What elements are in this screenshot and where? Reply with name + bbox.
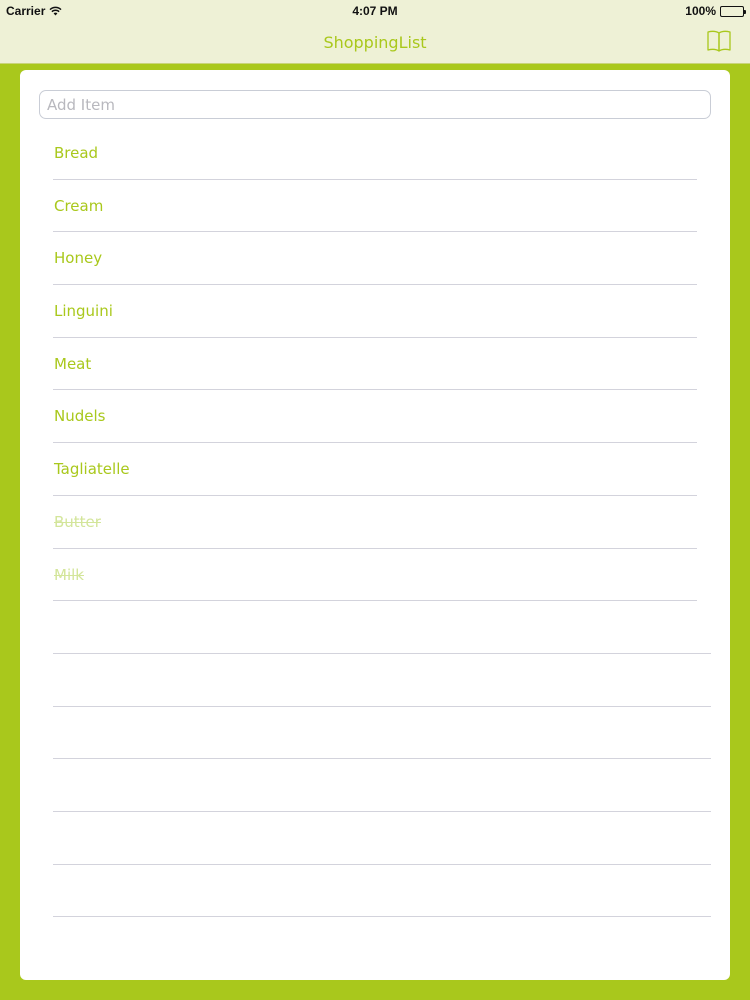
empty-ruled-line (53, 707, 711, 760)
status-battery: 100% (685, 4, 746, 18)
empty-ruled-line (53, 812, 711, 865)
book-icon (707, 30, 731, 52)
list-item[interactable]: Nudels (53, 390, 697, 444)
status-time: 4:07 PM (352, 4, 398, 18)
page-title: ShoppingList (323, 33, 427, 52)
list-item[interactable]: Butter (53, 496, 697, 549)
shopping-list: Bread Cream Honey Linguini Meat Nudels Tagliat… (53, 127, 730, 918)
status-bar: Carrier 4:07 PM 100% (0, 0, 750, 22)
list-item-label: Honey (54, 249, 103, 268)
navigation-bar: ShoppingList (0, 22, 750, 64)
battery-percent: 100% (685, 4, 716, 18)
empty-ruled-line (53, 865, 711, 918)
list-item-label: Nudels (54, 407, 106, 426)
empty-ruled-line (53, 601, 711, 654)
list-item-label: Linguini (54, 302, 113, 321)
list-item-label: Cream (54, 196, 104, 215)
empty-ruled-line (53, 654, 711, 707)
battery-icon (720, 5, 746, 17)
list-item[interactable]: Milk (53, 549, 697, 602)
list-item[interactable]: Cream (53, 180, 697, 233)
list-item-label: Meat (54, 354, 92, 373)
list-item-label: Milk (54, 565, 84, 584)
add-item-input[interactable] (39, 90, 711, 119)
list-item[interactable]: Meat (53, 338, 697, 391)
list-item-label: Butter (54, 512, 101, 531)
list-item[interactable]: Honey (53, 232, 697, 286)
shopping-list-card: Bread Cream Honey Linguini Meat Nudels Tagliat… (20, 70, 730, 980)
list-item-label: Bread (54, 144, 99, 162)
list-item-label: Tagliatelle (54, 460, 130, 479)
list-item[interactable]: Tagliatelle (53, 443, 697, 496)
list-item[interactable]: Linguini (53, 285, 697, 338)
list-item[interactable]: Bread (53, 127, 697, 180)
book-button[interactable] (706, 29, 732, 53)
empty-ruled-line (53, 759, 711, 812)
